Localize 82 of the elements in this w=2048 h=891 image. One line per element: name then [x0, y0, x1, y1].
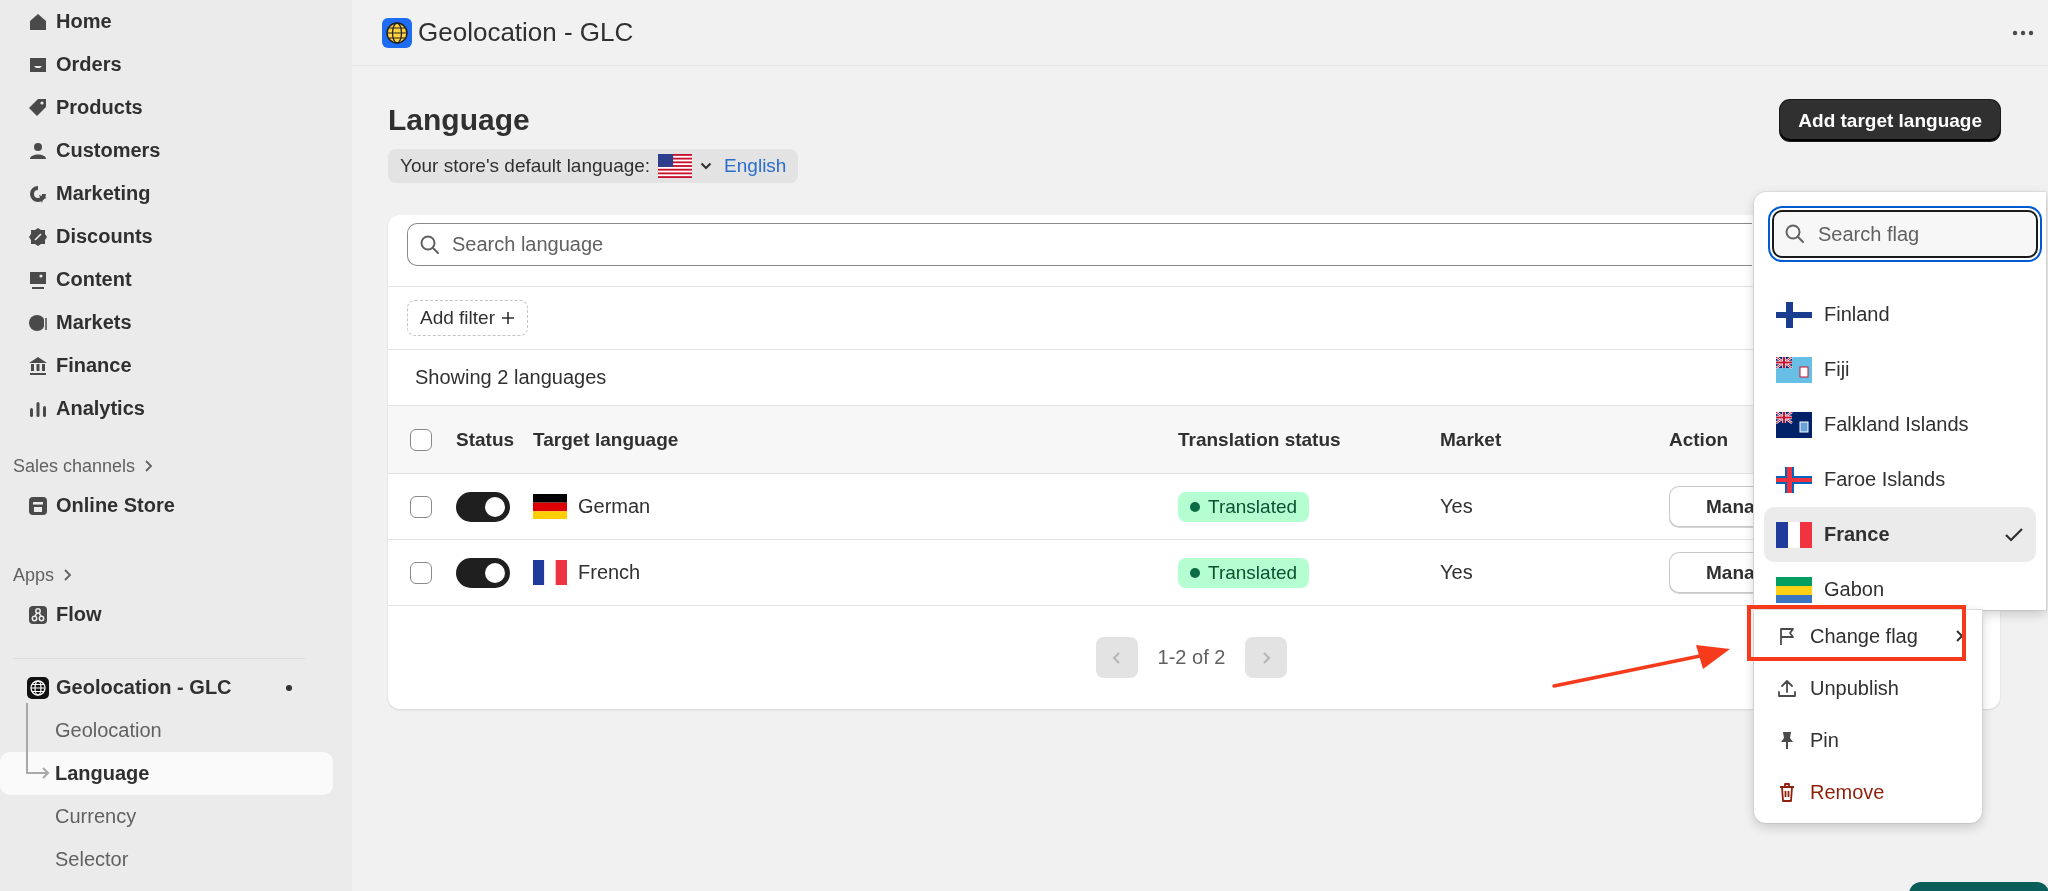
flag-icon	[1776, 411, 1812, 438]
nav-item[interactable]: Analytics	[0, 387, 352, 430]
column-header: Target language	[533, 428, 680, 451]
flag-option[interactable]: Finland	[1764, 287, 2036, 342]
flag-icon	[1776, 521, 1812, 548]
tag-icon	[27, 96, 49, 119]
plus-icon	[501, 311, 515, 325]
status-badge: Translated	[1178, 557, 1310, 588]
column-header: Action	[1669, 428, 1730, 451]
nav-item[interactable]: Content	[0, 258, 352, 301]
column-header: Market	[1440, 428, 1503, 451]
nav-item[interactable]: Flow	[0, 593, 352, 636]
nav-item[interactable]: Online Store	[0, 484, 352, 527]
flag-icon	[1776, 356, 1812, 383]
nav-item[interactable]: Discounts	[0, 215, 352, 258]
nav-item[interactable]: Home	[0, 0, 352, 43]
flag-icon	[1776, 301, 1812, 328]
chevron-right-icon	[62, 568, 73, 582]
table-cell-text: Yes	[1440, 561, 1474, 584]
page-title: Language	[388, 102, 531, 138]
manage-button[interactable]: Mana	[1669, 552, 1754, 593]
nav-item[interactable]: Orders	[0, 43, 352, 86]
column-header: Status	[456, 428, 516, 451]
flag-option[interactable]: Faroe Islands	[1764, 452, 2036, 507]
subnav-item[interactable]: Geolocation	[0, 709, 333, 752]
search-icon	[419, 233, 441, 256]
section-heading[interactable]: Sales channels	[13, 455, 136, 477]
nav-item[interactable]: Markets	[0, 301, 352, 344]
storefront-icon	[27, 494, 49, 517]
discount-badge-icon	[27, 225, 49, 248]
flag-icon	[533, 560, 567, 585]
chevron-right-icon	[1261, 649, 1272, 666]
more-options-icon[interactable]	[2012, 29, 2034, 36]
flag-option[interactable]: France	[1764, 507, 2036, 562]
flag-option[interactable]: Falkland Islands	[1764, 397, 2036, 452]
result-count: Showing 2 languages	[415, 366, 607, 389]
flag-icon	[533, 494, 567, 519]
app-name[interactable]: Geolocation - GLC	[56, 676, 279, 699]
language-name: French	[578, 561, 641, 584]
flag-icon	[1776, 576, 1812, 603]
search-field[interactable]: Search language	[407, 223, 1752, 266]
language-name: German	[578, 495, 651, 518]
nav-item[interactable]: Finance	[0, 344, 352, 387]
subnav-item[interactable]: Language	[0, 752, 333, 795]
app-title: Geolocation - GLC	[418, 17, 635, 48]
chevron-down-icon	[700, 162, 713, 170]
nav-item[interactable]: Marketing	[0, 172, 352, 215]
column-header: Translation status	[1178, 428, 1342, 451]
row-checkbox[interactable]	[410, 495, 432, 518]
status-toggle[interactable]	[456, 557, 510, 588]
flag-icon	[658, 154, 693, 178]
flow-icon	[27, 603, 49, 626]
nav-item[interactable]: Customers	[0, 129, 352, 172]
nav-item[interactable]: Products	[0, 86, 352, 129]
menu-item[interactable]: Change flag	[1754, 610, 1982, 662]
menu-item[interactable]: Remove	[1754, 766, 1982, 818]
bank-icon	[27, 354, 49, 377]
flag-option[interactable]: Gabon	[1764, 562, 2036, 610]
status-toggle[interactable]	[456, 491, 510, 522]
flag-icon	[1776, 466, 1812, 493]
menu-item[interactable]: Pin	[1754, 714, 1982, 766]
flag-option[interactable]: Fiji	[1764, 342, 2036, 397]
upload-icon	[1776, 677, 1798, 699]
status-badge: Translated	[1178, 491, 1310, 522]
add-language-button[interactable]: Add target language	[1780, 100, 2000, 141]
subnav-item[interactable]: Currency	[0, 795, 333, 838]
page-indicator: 1-2 of 2	[1156, 646, 1227, 669]
default-language-selector[interactable]: Your store's default language: English	[388, 149, 799, 183]
language-link[interactable]: English	[724, 155, 787, 177]
checkmark-icon	[2004, 526, 2024, 543]
table-cell-text: Yes	[1440, 495, 1474, 518]
manage-button[interactable]: Mana	[1669, 486, 1754, 527]
select-all-checkbox[interactable]	[410, 428, 432, 451]
app-logo-icon	[382, 17, 412, 48]
chevron-left-icon	[1111, 649, 1122, 666]
menu-item[interactable]: Unpublish	[1754, 662, 1982, 714]
subnav-item[interactable]: Selector	[0, 838, 333, 881]
chevron-right-icon	[143, 459, 154, 473]
search-icon	[1784, 223, 1806, 245]
add-filter-button[interactable]: Add filter	[407, 300, 528, 336]
section-heading[interactable]: Apps	[13, 564, 55, 586]
row-checkbox[interactable]	[410, 561, 432, 584]
